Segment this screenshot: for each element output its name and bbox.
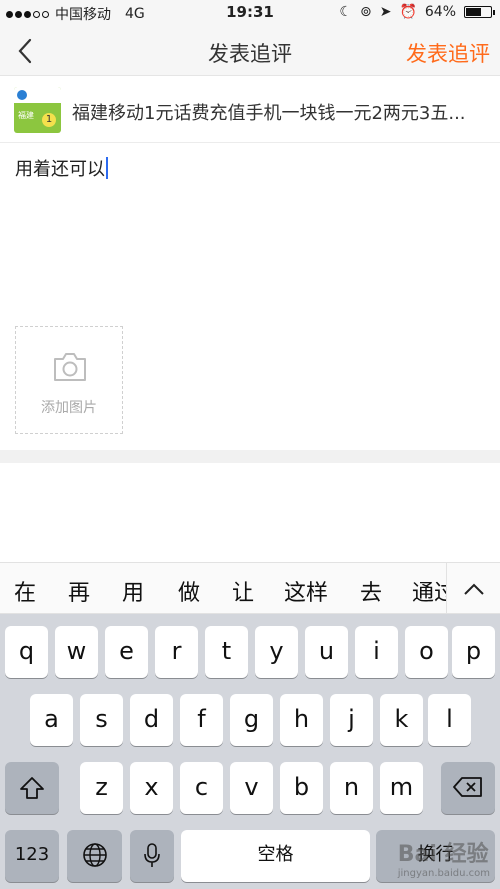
battery-icon (464, 6, 495, 18)
shift-icon (20, 777, 44, 799)
candidate-word[interactable]: 再 (68, 575, 90, 607)
key-n[interactable]: n (330, 762, 373, 814)
add-photo-button[interactable]: 添加图片 (15, 326, 123, 434)
candidate-word[interactable]: 这样 (284, 575, 328, 607)
numbers-key[interactable]: 123 (5, 830, 59, 882)
backspace-icon (453, 777, 482, 797)
submit-review-button[interactable]: 发表追评 (406, 38, 490, 68)
key-t[interactable]: t (205, 626, 248, 678)
china-mobile-logo-icon (17, 90, 27, 100)
rotation-lock-icon: ⊚ (359, 4, 372, 20)
key-w[interactable]: w (55, 626, 98, 678)
key-x[interactable]: x (130, 762, 173, 814)
chevron-up-icon (464, 583, 484, 595)
shift-key[interactable] (5, 762, 59, 814)
key-b[interactable]: b (280, 762, 323, 814)
key-f[interactable]: f (180, 694, 223, 746)
candidate-word[interactable]: 在 (14, 575, 36, 607)
battery-percent: 64% (424, 4, 456, 20)
key-m[interactable]: m (380, 762, 423, 814)
key-h[interactable]: h (280, 694, 323, 746)
candidate-word[interactable]: 让 (232, 575, 254, 607)
watermark-url: jingyan.baidu.com (397, 868, 490, 879)
key-i[interactable]: i (355, 626, 398, 678)
candidate-bar: 在 再 用 做 让 这样 去 通过 (0, 562, 500, 614)
thumb-badge: 1 (42, 113, 56, 127)
microphone-icon (144, 843, 160, 867)
product-row: 福建 1 福建移动1元话费充值手机一块钱一元2两元3五... (0, 77, 500, 143)
key-z[interactable]: z (80, 762, 123, 814)
camera-icon (54, 353, 86, 381)
location-icon: ➤ (379, 4, 392, 20)
watermark-brand: Bai 经验 (397, 842, 489, 867)
candidate-word[interactable]: 用 (122, 575, 144, 607)
space-key[interactable]: 空格 (181, 830, 370, 882)
delete-key[interactable] (441, 762, 495, 814)
thumb-label: 福建 (18, 111, 34, 120)
key-l[interactable]: l (428, 694, 471, 746)
key-r[interactable]: r (155, 626, 198, 678)
key-j[interactable]: j (330, 694, 373, 746)
text-cursor (106, 157, 108, 179)
review-input[interactable]: 用着还可以 (15, 155, 108, 181)
section-divider (0, 450, 500, 463)
candidate-word[interactable]: 做 (178, 575, 200, 607)
key-v[interactable]: v (230, 762, 273, 814)
key-e[interactable]: e (105, 626, 148, 678)
expand-candidates-button[interactable] (446, 563, 500, 613)
key-q[interactable]: q (5, 626, 48, 678)
globe-key[interactable] (67, 830, 122, 882)
globe-icon (82, 843, 107, 867)
key-y[interactable]: y (255, 626, 298, 678)
review-text: 用着还可以 (15, 159, 105, 180)
key-c[interactable]: c (180, 762, 223, 814)
key-d[interactable]: d (130, 694, 173, 746)
key-s[interactable]: s (80, 694, 123, 746)
key-g[interactable]: g (230, 694, 273, 746)
moon-icon: ☾ (339, 4, 352, 20)
key-o[interactable]: o (405, 626, 448, 678)
product-title: 福建移动1元话费充值手机一块钱一元2两元3五... (72, 103, 466, 124)
key-p[interactable]: p (452, 626, 495, 678)
status-bar: 中国移动 4G 19:31 ☾ ⊚ ➤ ⏰ 64% (0, 0, 500, 26)
status-right: ☾ ⊚ ➤ ⏰ 64% (339, 4, 495, 20)
nav-bar: 发表追评 发表追评 (0, 26, 500, 76)
key-u[interactable]: u (305, 626, 348, 678)
microphone-key[interactable] (130, 830, 174, 882)
add-photo-label: 添加图片 (41, 400, 97, 416)
watermark: Bai 经验 jingyan.baidu.com (398, 836, 490, 879)
key-k[interactable]: k (380, 694, 423, 746)
product-thumbnail: 福建 1 (14, 87, 61, 133)
alarm-icon: ⏰ (399, 4, 417, 20)
key-a[interactable]: a (30, 694, 73, 746)
candidate-word[interactable]: 去 (360, 575, 382, 607)
